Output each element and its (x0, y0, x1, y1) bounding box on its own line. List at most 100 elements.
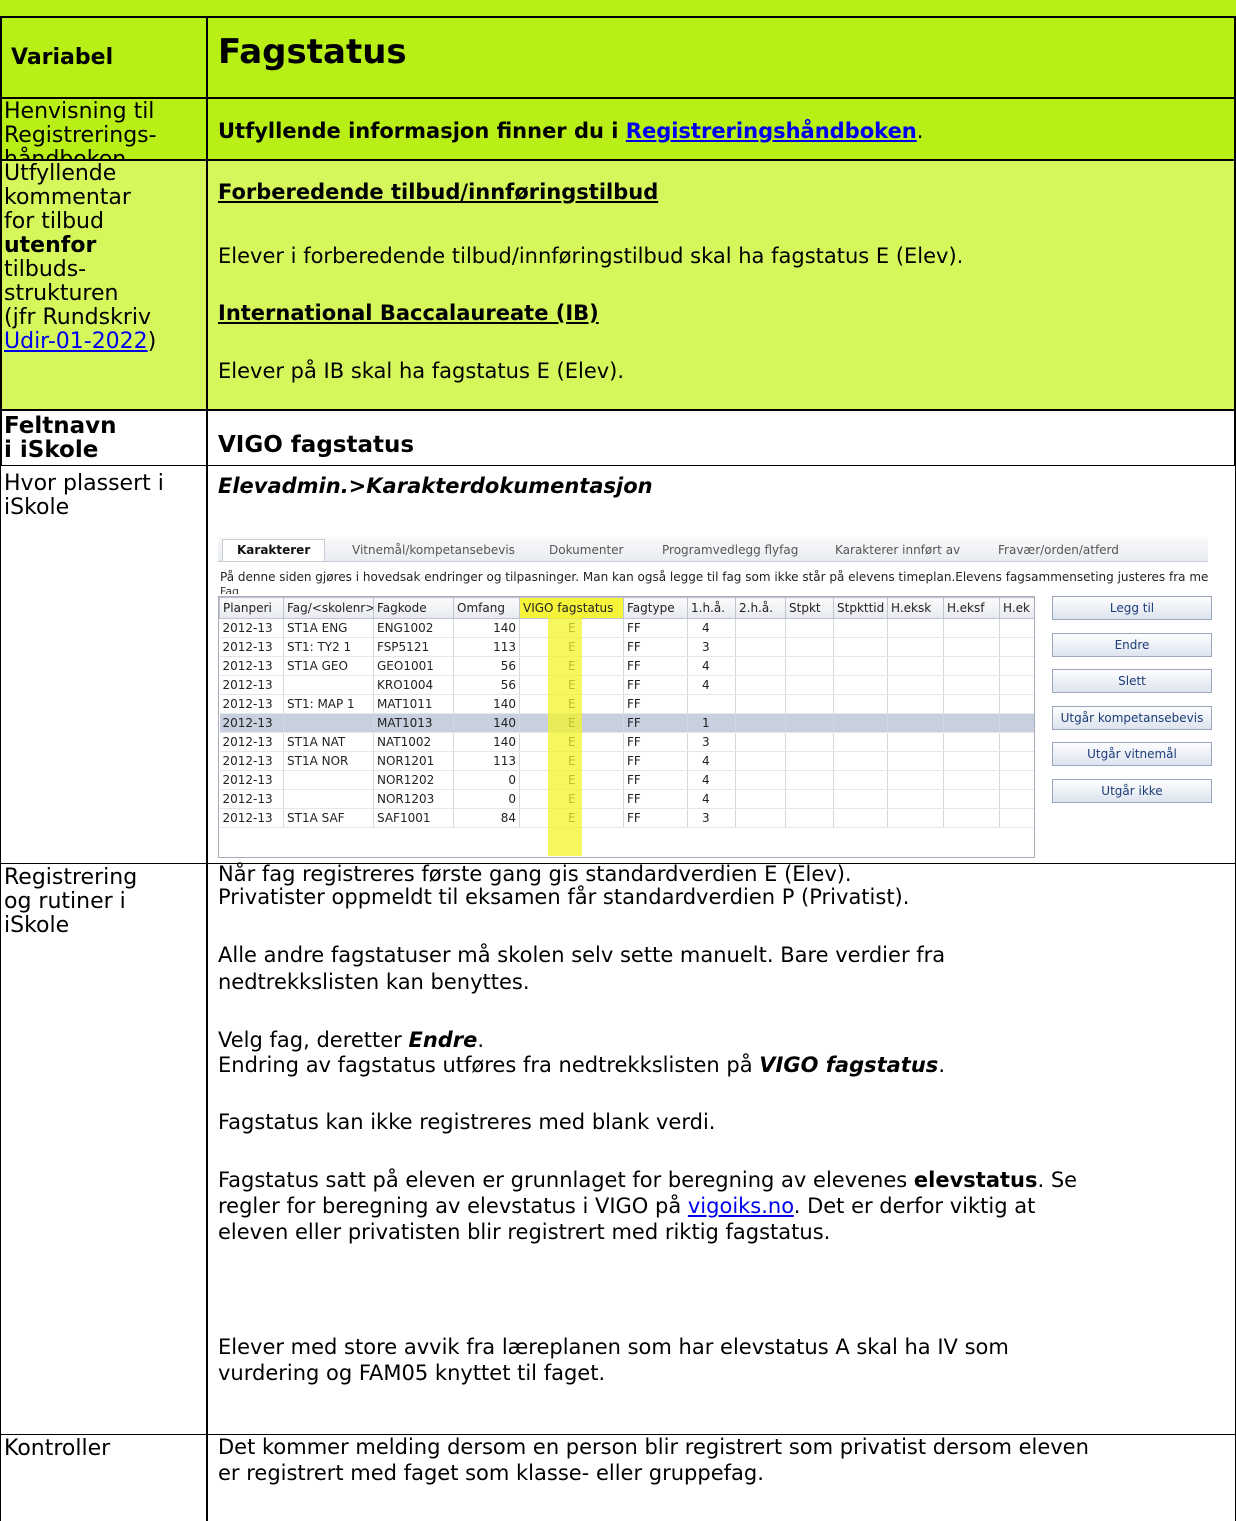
comment-label: Utfyllende kommentar for tilbud utenfor … (0, 160, 207, 410)
controls-row: Kontroller Det kommer melding dersom en … (0, 1435, 1236, 1521)
table-border (0, 466, 1, 1521)
field-content: VIGO fagstatus (207, 410, 1236, 466)
tab-karakterer[interactable]: Karakterer (222, 539, 326, 561)
grid-column-header[interactable]: H.eksk (887, 597, 944, 619)
grid-cell (999, 789, 1034, 809)
grid-column-header[interactable]: Fagkode (373, 597, 454, 619)
utgar-ikke-button[interactable]: Utgår ikke (1052, 779, 1212, 803)
grid-cell: 3 (687, 808, 736, 828)
grid-cell: MAT1013 (373, 713, 454, 733)
grid-cell: 2012-13 (219, 751, 284, 771)
tab-dokumenter[interactable]: Dokumenter (549, 540, 623, 561)
tab-fravaer[interactable]: Fravær/orden/atferd (998, 540, 1119, 561)
tab-programvedlegg[interactable]: Programvedlegg flyfag (662, 540, 798, 561)
reference-text-after: . (916, 119, 924, 143)
grid-column-header[interactable]: H.ek (999, 597, 1034, 619)
grid-row[interactable]: 2012-13KRO100456EFF4 (219, 675, 1034, 695)
reference-label-line: Registrerings- (4, 123, 157, 148)
slett-button[interactable]: Slett (1052, 669, 1212, 693)
grid-cell: 2012-13 (219, 618, 284, 638)
grid-cell (735, 713, 786, 733)
grid-cell (999, 656, 1034, 676)
grid-row[interactable]: 2012-13ST1A NORNOR1201113EFF4 (219, 751, 1034, 771)
para-ib: Elever på IB skal ha fagstatus E (Elev). (218, 359, 625, 383)
tab-karakterer-innfort[interactable]: Karakterer innført av (835, 540, 960, 561)
grid-column-header[interactable]: 1.h.å. (687, 597, 736, 619)
grid-column-header[interactable]: Fag/<skolenr> (283, 597, 374, 619)
reg-text: . Se (1037, 1168, 1078, 1192)
grid-cell: 140 (453, 694, 520, 714)
grid-row[interactable]: 2012-13ST1: TY2 1FSP5121113EFF3 (219, 637, 1034, 657)
reference-label-line: Henvisning til (4, 99, 155, 124)
grid-row[interactable]: 2012-13ST1A SAFSAF100184EFF3 (219, 808, 1034, 828)
grid-cell: 56 (453, 675, 520, 695)
reg-line: nedtrekkslisten kan benyttes. (218, 970, 530, 994)
grid-cell (887, 694, 944, 714)
grid-cell (887, 770, 944, 790)
yellow-highlight-mark (548, 616, 582, 856)
grid-row[interactable]: 2012-13ST1A GEOGEO100156EFF4 (219, 656, 1034, 676)
grid-cell: KRO1004 (373, 675, 454, 695)
grid-column-header[interactable]: Omfang (453, 597, 520, 619)
grid-column-header[interactable]: Planperi (219, 597, 284, 619)
comment-label-line: (jfr Rundskriv (4, 305, 152, 330)
grid-cell (887, 789, 944, 809)
grid-cell (785, 808, 834, 828)
grid-row[interactable]: 2012-13NOR12020EFF4 (219, 770, 1034, 790)
grid-row[interactable]: 2012-13ST1A NATNAT1002140EFF3 (219, 732, 1034, 752)
grid-cell (735, 770, 786, 790)
grid-cell (943, 618, 1000, 638)
grid-cell (283, 675, 374, 695)
grid-cell: 56 (453, 656, 520, 676)
vigoiks-link[interactable]: vigoiks.no (688, 1194, 794, 1218)
grid-column-header[interactable]: H.eksf (943, 597, 1000, 619)
grid-cell: 2012-13 (219, 808, 284, 828)
grid-cell (735, 656, 786, 676)
grid-column-header[interactable]: Stpkt (785, 597, 834, 619)
grid-column-header[interactable]: 2.h.å. (735, 597, 786, 619)
grid-cell (283, 770, 374, 790)
reg-line: regler for beregning av elevstatus i VIG… (218, 1194, 1035, 1218)
registreringshandboken-link[interactable]: Registreringshåndboken (626, 119, 917, 143)
location-label: Hvor plassert i iSkole (0, 466, 207, 864)
field-label: Feltnavn i iSkole (0, 410, 207, 466)
heading-forberedende: Forberedende tilbud/innføringstilbud (218, 180, 659, 204)
grid-cell (785, 713, 834, 733)
grid-cell (887, 637, 944, 657)
registration-label-line: og rutiner i (4, 889, 126, 914)
tab-vitnemal[interactable]: Vitnemål/kompetansebevis (352, 540, 515, 561)
grid-cell: ST1A ENG (283, 618, 374, 638)
grid-cell (943, 713, 1000, 733)
grid-cell (735, 694, 786, 714)
grid-cell (999, 808, 1034, 828)
grid-row[interactable]: 2012-13MAT1013140EFF1 (219, 713, 1034, 733)
reg-line: Elever med store avvik fra læreplanen so… (218, 1335, 1009, 1359)
utgar-kompetansebevis-button[interactable]: Utgår kompetansebevis (1052, 706, 1212, 730)
legg-til-button[interactable]: Legg til (1052, 596, 1212, 620)
grid-cell (887, 732, 944, 752)
grid-cell (943, 656, 1000, 676)
grid-cell (833, 694, 888, 714)
grid-cell (785, 789, 834, 809)
grid-row[interactable]: 2012-13ST1A ENGENG1002140EFF4 (219, 618, 1034, 638)
utgar-vitnemal-button[interactable]: Utgår vitnemål (1052, 742, 1212, 766)
table-border (0, 97, 1236, 99)
grid-cell: 140 (453, 618, 520, 638)
reg-text: . (938, 1053, 945, 1077)
grid-column-header[interactable]: Fagtype (623, 597, 688, 619)
grid-cell: 4 (687, 751, 736, 771)
udir-link[interactable]: Udir-01-2022 (4, 329, 148, 354)
endre-button[interactable]: Endre (1052, 633, 1212, 657)
grid-column-header[interactable]: Stpkttid (833, 597, 888, 619)
grid-cell: FF (623, 694, 688, 714)
grid-cell (785, 751, 834, 771)
grid-row[interactable]: 2012-13NOR12030EFF4 (219, 789, 1034, 809)
comment-label-bold: utenfor (4, 233, 97, 258)
grid-cell (833, 789, 888, 809)
grid-row[interactable]: 2012-13ST1: MAP 1MAT1011140EFF (219, 694, 1034, 714)
grid-cell: SAF1001 (373, 808, 454, 828)
controls-label-text: Kontroller (4, 1436, 111, 1461)
grid-cell (833, 808, 888, 828)
grid-cell: 2012-13 (219, 770, 284, 790)
grid-cell: ST1: MAP 1 (283, 694, 374, 714)
